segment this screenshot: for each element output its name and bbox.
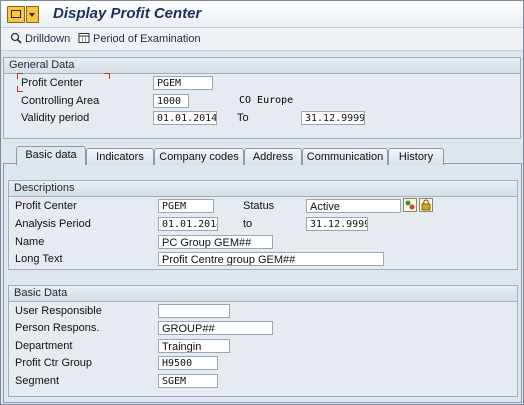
application-toolbar: Drilldown Period of Examination (1, 28, 523, 51)
profit-ctr-group-label: Profit Ctr Group (15, 357, 93, 369)
validity-to-field[interactable]: 31.12.9999 (301, 111, 365, 125)
segment-field[interactable]: SGEM (158, 374, 218, 388)
controlling-area-text: CO Europe (239, 95, 294, 106)
segment-label: Segment (15, 375, 60, 387)
status-toggle-button[interactable] (403, 198, 417, 212)
descriptions-title: Descriptions (9, 181, 517, 197)
drilldown-button[interactable]: Drilldown (10, 31, 70, 47)
department-label: Department (15, 340, 73, 352)
page-title: Display Profit Center (53, 5, 202, 22)
title-bar: Display Profit Center (1, 1, 523, 28)
tab-basic-data[interactable]: Basic data (16, 146, 86, 165)
tab-company-codes[interactable]: Company codes (154, 148, 244, 165)
period-of-examination-label: Period of Examination (93, 33, 201, 45)
profit-center-field[interactable]: PGEM (153, 76, 213, 90)
general-data-title: General Data (4, 58, 520, 74)
person-responsible-field[interactable]: GROUP## (158, 321, 273, 335)
lock-toggle-button[interactable] (419, 198, 433, 212)
user-responsible-label: User Responsible (15, 305, 102, 317)
long-text-label: Long Text (15, 253, 63, 265)
long-text-field[interactable]: Profit Centre group GEM## (158, 252, 384, 266)
analysis-from-field[interactable]: 01.01.2014 (158, 217, 218, 231)
tab-communication[interactable]: Communication (302, 148, 388, 165)
basic-data-title: Basic Data (9, 286, 517, 302)
analysis-to-label: to (243, 218, 253, 230)
name-label: Name (15, 236, 45, 248)
status-label: Status (243, 200, 275, 212)
drilldown-label: Drilldown (25, 33, 71, 45)
validity-period-label: Validity period (21, 112, 90, 124)
desc-profit-center-field[interactable]: PGEM (158, 199, 214, 213)
tab-address[interactable]: Address (244, 148, 302, 165)
person-responsible-label: Person Respons. (15, 322, 100, 334)
controlling-area-label: Controlling Area (21, 95, 100, 107)
activate-icon (405, 200, 415, 210)
controlling-area-field[interactable]: 1000 (153, 94, 189, 108)
validity-from-field[interactable]: 01.01.2014 (153, 111, 217, 125)
period-of-examination-button[interactable]: Period of Examination (78, 31, 201, 47)
calendar-icon (78, 33, 90, 44)
tab-history[interactable]: History (388, 148, 444, 165)
drilldown-icon (10, 32, 22, 44)
analysis-to-field[interactable]: 31.12.9999 (306, 217, 368, 231)
basic-data-group: Basic Data (8, 285, 518, 397)
validity-to-label: To (237, 112, 249, 124)
menu-dropdown-icon[interactable] (26, 6, 39, 23)
status-field[interactable]: Active (306, 199, 401, 213)
profit-center-label: Profit Center (21, 77, 83, 89)
focus-corner-mark (104, 73, 110, 79)
menu-icon[interactable] (7, 6, 25, 23)
tab-indicators[interactable]: Indicators (86, 148, 154, 165)
analysis-period-label: Analysis Period (15, 218, 91, 230)
department-field[interactable]: Traingin (158, 339, 230, 353)
profit-ctr-group-field[interactable]: H9500 (158, 356, 218, 370)
name-field[interactable]: PC Group GEM## (158, 235, 273, 249)
user-responsible-field[interactable] (158, 304, 230, 318)
desc-profit-center-label: Profit Center (15, 200, 77, 212)
lock-icon (421, 199, 431, 211)
tab-strip: Basic data Indicators Company codes Addr… (8, 146, 520, 165)
